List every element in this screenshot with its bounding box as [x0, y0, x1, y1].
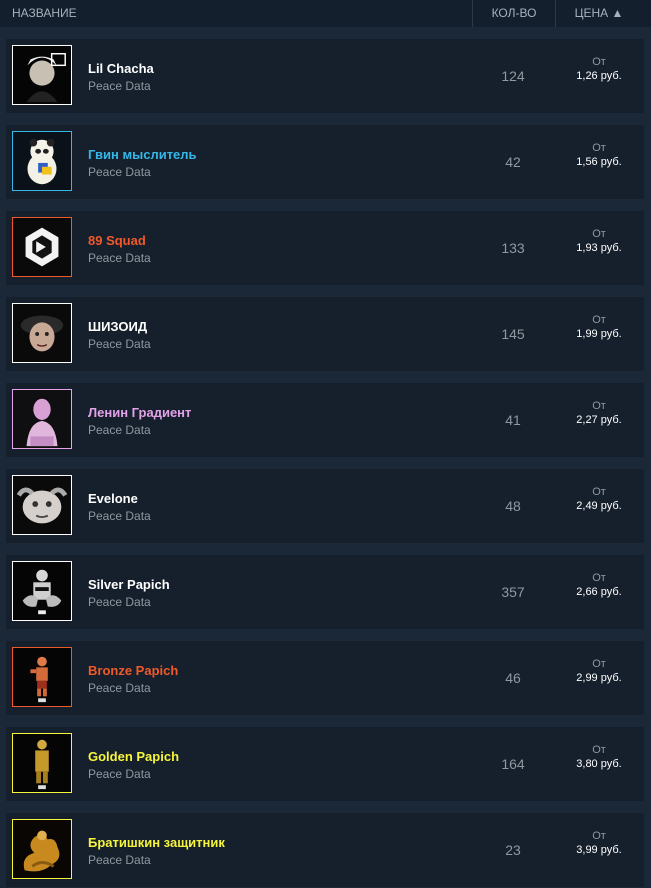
item-quantity: 42 [505, 154, 521, 170]
item-price: 2,27 руб. [576, 414, 622, 426]
listing-row[interactable]: 89 Squad Peace Data 133 От 1,93 руб. [6, 211, 644, 285]
listing-row[interactable]: Silver Papich Peace Data 357 От 2,66 руб. [6, 555, 644, 629]
item-game-name: Peace Data [88, 79, 151, 93]
face-with-hat-icon[interactable] [12, 303, 72, 363]
silver-figure-icon[interactable] [12, 561, 72, 621]
item-price: 1,93 руб. [576, 242, 622, 254]
item-quantity: 46 [505, 670, 521, 686]
item-title[interactable]: Гвин мыслитель [88, 147, 197, 162]
item-quantity: 48 [505, 498, 521, 514]
item-quantity: 164 [501, 756, 525, 772]
item-game-name: Peace Data [88, 509, 151, 523]
price-prefix: От [592, 830, 606, 842]
item-quantity: 133 [501, 240, 525, 256]
item-price: 2,66 руб. [576, 586, 622, 598]
item-title[interactable]: Братишкин защитник [88, 835, 225, 850]
cube-logo-icon[interactable] [12, 217, 72, 277]
item-quantity: 41 [505, 412, 521, 428]
column-header-price-sort[interactable]: ЦЕНА ▲ [554, 0, 644, 27]
dragon-warrior-icon[interactable] [12, 819, 72, 879]
price-prefix: От [592, 56, 606, 68]
item-title[interactable]: Evelone [88, 491, 138, 506]
listing-row[interactable]: Evelone Peace Data 48 От 2,49 руб. [6, 469, 644, 543]
bronze-figure-icon[interactable] [12, 647, 72, 707]
column-header-quantity[interactable]: КОЛ-ВО [472, 0, 556, 27]
item-price: 1,99 руб. [576, 328, 622, 340]
item-title[interactable]: Golden Papich [88, 749, 179, 764]
table-header: НАЗВАНИЕ КОЛ-ВО ЦЕНА ▲ [0, 0, 651, 27]
item-title[interactable]: 89 Squad [88, 233, 146, 248]
price-sort-label[interactable]: ЦЕНА ▲ [575, 6, 624, 20]
panda-thinker-icon[interactable] [12, 131, 72, 191]
item-price: 2,99 руб. [576, 672, 622, 684]
listing-row[interactable]: Lil Chacha Peace Data 124 От 1,26 руб. [6, 39, 644, 113]
price-prefix: От [592, 400, 606, 412]
listing-row[interactable]: Гвин мыслитель Peace Data 42 От 1,56 руб. [6, 125, 644, 199]
item-price: 1,56 руб. [576, 156, 622, 168]
lil-chacha-avatar-icon[interactable] [12, 45, 72, 105]
item-game-name: Peace Data [88, 767, 151, 781]
price-prefix: От [592, 658, 606, 670]
item-price: 2,49 руб. [576, 500, 622, 512]
item-title[interactable]: ШИЗОИД [88, 319, 147, 334]
item-quantity: 124 [501, 68, 525, 84]
listing-row[interactable]: ШИЗОИД Peace Data 145 От 1,99 руб. [6, 297, 644, 371]
item-price: 1,26 руб. [576, 70, 622, 82]
item-quantity: 357 [501, 584, 525, 600]
item-game-name: Peace Data [88, 681, 151, 695]
item-game-name: Peace Data [88, 853, 151, 867]
item-title[interactable]: Bronze Papich [88, 663, 178, 678]
item-title[interactable]: Silver Papich [88, 577, 170, 592]
price-prefix: От [592, 744, 606, 756]
listing-row[interactable]: Bronze Papich Peace Data 46 От 2,99 руб. [6, 641, 644, 715]
price-prefix: От [592, 314, 606, 326]
item-game-name: Peace Data [88, 337, 151, 351]
item-game-name: Peace Data [88, 251, 151, 265]
item-price: 3,80 руб. [576, 758, 622, 770]
item-quantity: 145 [501, 326, 525, 342]
lenin-bust-icon[interactable] [12, 389, 72, 449]
listing-row[interactable]: Братишкин защитник Peace Data 23 От 3,99 руб… [6, 813, 644, 887]
squished-face-icon[interactable] [12, 475, 72, 535]
item-title[interactable]: Lil Chacha [88, 61, 154, 76]
item-game-name: Peace Data [88, 423, 151, 437]
item-quantity: 23 [505, 842, 521, 858]
column-header-name[interactable]: НАЗВАНИЕ [12, 0, 77, 27]
price-prefix: От [592, 572, 606, 584]
item-game-name: Peace Data [88, 595, 151, 609]
price-prefix: От [592, 486, 606, 498]
listing-row[interactable]: Ленин Градиент Peace Data 41 От 2,27 руб. [6, 383, 644, 457]
golden-figure-icon[interactable] [12, 733, 72, 793]
price-prefix: От [592, 142, 606, 154]
listing-row[interactable]: Golden Papich Peace Data 164 От 3,80 руб. [6, 727, 644, 801]
item-game-name: Peace Data [88, 165, 151, 179]
item-price: 3,99 руб. [576, 844, 622, 856]
price-prefix: От [592, 228, 606, 240]
item-title[interactable]: Ленин Градиент [88, 405, 191, 420]
